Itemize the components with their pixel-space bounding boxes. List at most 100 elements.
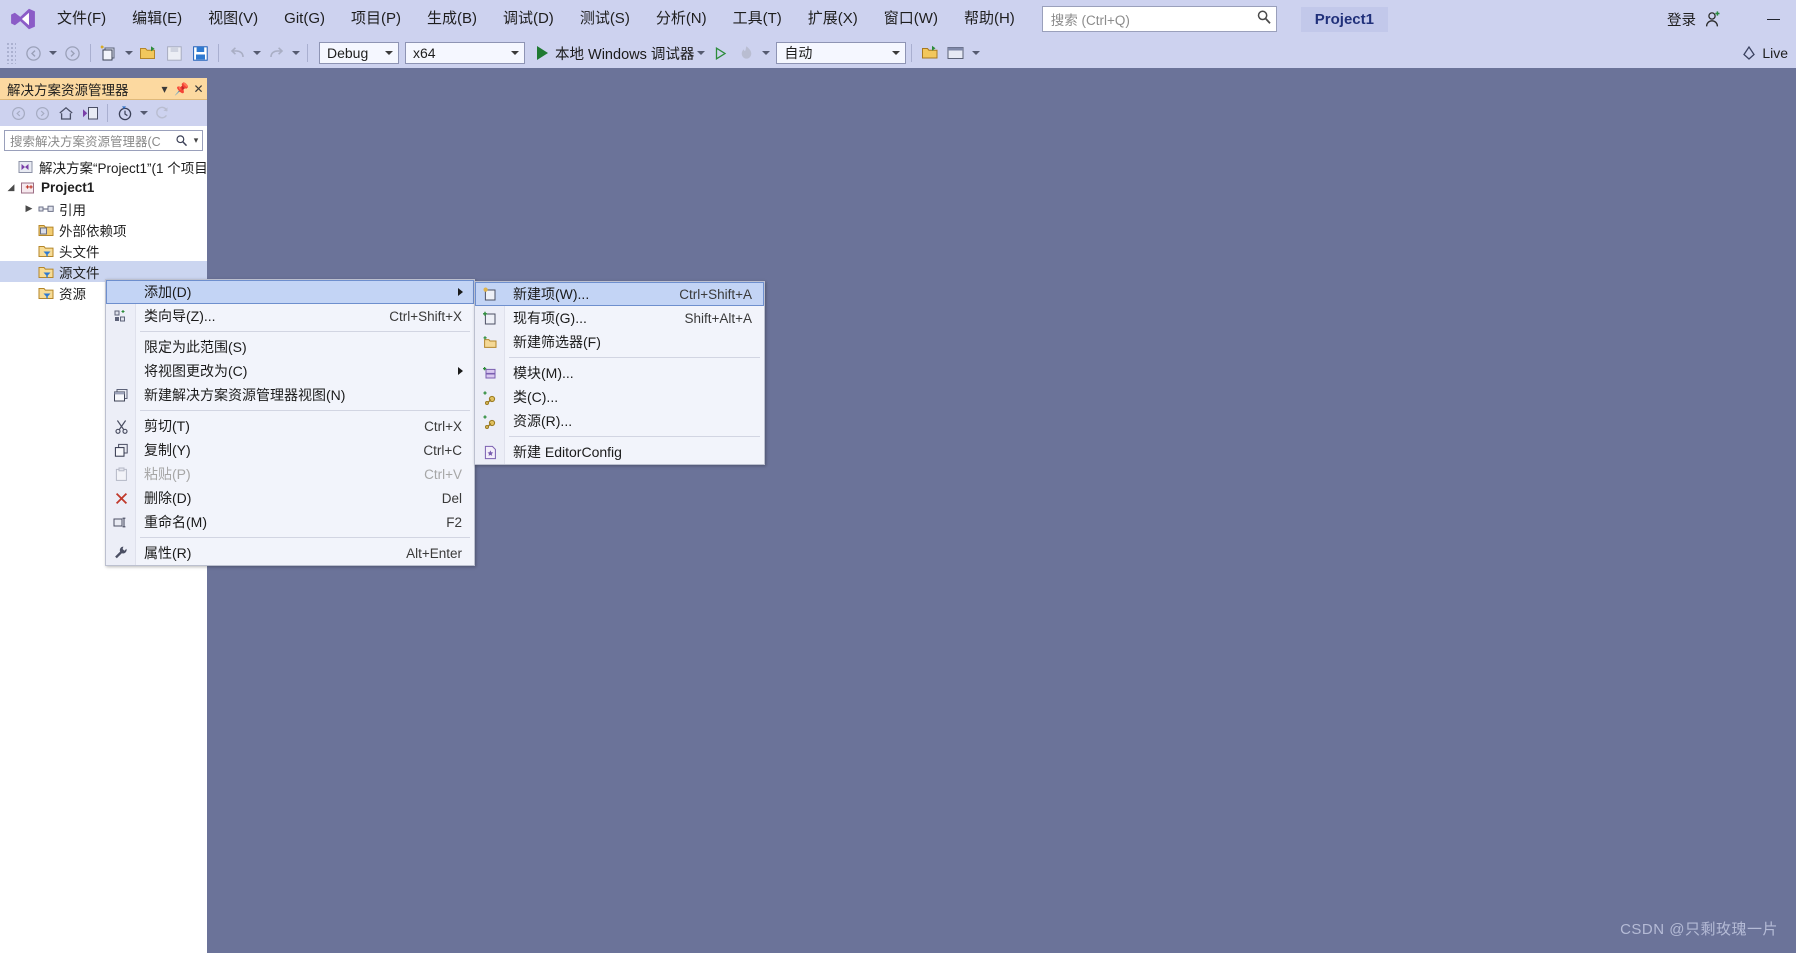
context-menu-item-properties[interactable]: 属性(R) Alt+Enter: [106, 541, 474, 565]
window-layout-icon[interactable]: [943, 41, 969, 65]
context-menu-item-copy[interactable]: 复制(Y) Ctrl+C: [106, 438, 474, 462]
context-menu-item-label: 限定为此范围(S): [144, 339, 247, 355]
menu-analyze[interactable]: 分析(N): [643, 0, 720, 38]
watermark: CSDN @只剩玫瑰一片: [1620, 921, 1778, 938]
navigate-forward-icon[interactable]: [59, 41, 85, 65]
solution-explorer-search-input[interactable]: 搜索解决方案资源管理器(C ▾: [4, 130, 203, 151]
chevron-down-icon[interactable]: ▾: [156, 82, 173, 96]
context-menu-item-scope-to-this[interactable]: 限定为此范围(S): [106, 335, 474, 359]
start-debugging-dropdown-icon[interactable]: [694, 41, 707, 65]
submenu-item-existing-item[interactable]: 现有项(G)... Shift+Alt+A: [475, 306, 764, 330]
live-share-label[interactable]: Live: [1762, 45, 1788, 61]
menu-debug[interactable]: 调试(D): [490, 0, 567, 38]
pending-changes-icon[interactable]: [113, 102, 137, 124]
context-menu-item-rename[interactable]: 重命名(M) F2: [106, 510, 474, 534]
window-minimize-button[interactable]: [1750, 0, 1796, 38]
home-icon[interactable]: [54, 102, 78, 124]
class-wizard-icon: [111, 306, 131, 326]
cut-icon: [111, 416, 131, 436]
tree-node-label: 外部依赖项: [59, 223, 127, 239]
pending-changes-dropdown-icon[interactable]: [137, 101, 150, 125]
menu-window[interactable]: 窗口(W): [871, 0, 951, 38]
menu-view[interactable]: 视图(V): [195, 0, 271, 38]
context-menu-item-class-wizard[interactable]: 类向导(Z)... Ctrl+Shift+X: [106, 304, 474, 328]
close-icon[interactable]: ✕: [190, 82, 207, 96]
signin-label[interactable]: 登录: [1667, 9, 1696, 30]
auto-select[interactable]: 自动: [776, 42, 907, 64]
submenu-item-resource[interactable]: 资源(R)...: [475, 409, 764, 433]
submenu-item-new-filter[interactable]: 新建筛选器(F): [475, 330, 764, 354]
menu-edit[interactable]: 编辑(E): [119, 0, 195, 38]
tree-node-label: 资源: [59, 286, 86, 302]
tree-node-project1[interactable]: ◢ Project1: [0, 177, 207, 198]
tree-node-references[interactable]: ▶ 引用: [0, 198, 207, 219]
toolbar-overflow-icon[interactable]: [969, 41, 982, 65]
account-add-icon[interactable]: [1702, 8, 1724, 30]
submenu-item-new-item[interactable]: 新建项(W)... Ctrl+Shift+A: [475, 282, 764, 306]
platform-select[interactable]: x64: [405, 42, 525, 64]
configuration-select[interactable]: Debug: [319, 42, 399, 64]
start-debugging-button[interactable]: 本地 Windows 调试器: [537, 43, 694, 64]
open-folder-extra-icon[interactable]: [917, 41, 943, 65]
context-menu-item-label: 重命名(M): [144, 514, 207, 530]
open-file-icon[interactable]: [135, 41, 161, 65]
solution-icon: [16, 160, 35, 174]
context-menu-item-add[interactable]: 添加(D): [106, 280, 474, 304]
save-icon[interactable]: [161, 41, 187, 65]
menu-file[interactable]: 文件(F): [44, 0, 119, 38]
context-menu-item-shortcut: Ctrl+X: [424, 418, 462, 434]
save-all-icon[interactable]: [187, 41, 213, 65]
auto-value: 自动: [784, 45, 813, 61]
menu-tools[interactable]: 工具(T): [720, 0, 795, 38]
hot-reload-dropdown-icon[interactable]: [759, 41, 772, 65]
configuration-value: Debug: [327, 45, 369, 61]
forward-icon[interactable]: [30, 102, 54, 124]
menu-build[interactable]: 生成(B): [414, 0, 490, 38]
search-input[interactable]: 搜索 (Ctrl+Q): [1041, 6, 1277, 32]
sync-with-active-document-icon[interactable]: [78, 102, 102, 124]
pin-icon[interactable]: 📌: [173, 82, 190, 96]
redo-dropdown-icon[interactable]: [289, 41, 302, 65]
menu-test[interactable]: 测试(S): [567, 0, 643, 38]
tree-node-header-files[interactable]: 头文件: [0, 240, 207, 261]
live-share-icon[interactable]: [1736, 41, 1762, 65]
context-menu-item-cut[interactable]: 剪切(T) Ctrl+X: [106, 414, 474, 438]
context-menu-item-label: 添加(D): [144, 284, 192, 300]
play-outline-icon[interactable]: [707, 41, 733, 65]
hot-reload-icon[interactable]: [733, 41, 759, 65]
new-project-icon[interactable]: [96, 41, 122, 65]
toolbar-separator: [107, 104, 108, 122]
chevron-down-icon[interactable]: ▾: [190, 135, 202, 146]
submenu-arrow-icon: [458, 367, 463, 375]
menu-help[interactable]: 帮助(H): [951, 0, 1028, 38]
context-menu-item-delete[interactable]: 删除(D) Del: [106, 486, 474, 510]
tree-node-solution[interactable]: 解决方案“Project1”(1 个项目: [0, 156, 208, 177]
expanded-twisty-icon[interactable]: ◢: [4, 182, 18, 193]
submenu-item-module[interactable]: 模块(M)...: [475, 361, 764, 385]
tree-node-external-dependencies[interactable]: 外部依赖项: [0, 219, 207, 240]
submenu-item-class[interactable]: 类(C)...: [475, 385, 764, 409]
menu-extensions[interactable]: 扩展(X): [795, 0, 871, 38]
submenu-item-label: 新建 EditorConfig: [513, 444, 622, 460]
menu-git[interactable]: Git(G): [271, 0, 338, 38]
redo-icon[interactable]: [263, 41, 289, 65]
new-project-dropdown-icon[interactable]: [122, 41, 135, 65]
collapsed-twisty-icon[interactable]: ▶: [22, 203, 36, 214]
navigate-back-icon[interactable]: [20, 41, 46, 65]
refresh-icon[interactable]: [150, 102, 174, 124]
visual-studio-window: 文件(F) 编辑(E) 视图(V) Git(G) 项目(P) 生成(B) 调试(…: [0, 0, 1796, 953]
undo-icon[interactable]: [224, 41, 250, 65]
main-toolbar: Debug x64 本地 Windows 调试器 自动 Live: [0, 38, 1796, 68]
context-menu-separator: [140, 537, 470, 538]
context-menu-item-change-view-to[interactable]: 将视图更改为(C): [106, 359, 474, 383]
toolbar-drag-grip[interactable]: [6, 42, 16, 64]
back-icon[interactable]: [6, 102, 30, 124]
undo-dropdown-icon[interactable]: [250, 41, 263, 65]
new-item-icon: [480, 284, 500, 304]
search-icon: [1256, 9, 1272, 30]
submenu-item-new-editorconfig[interactable]: 新建 EditorConfig: [475, 440, 764, 464]
context-menu-item-new-solution-explorer-view[interactable]: 新建解决方案资源管理器视图(N): [106, 383, 474, 407]
context-menu-separator: [140, 331, 470, 332]
menu-project[interactable]: 项目(P): [338, 0, 414, 38]
navigate-back-dropdown-icon[interactable]: [46, 41, 59, 65]
